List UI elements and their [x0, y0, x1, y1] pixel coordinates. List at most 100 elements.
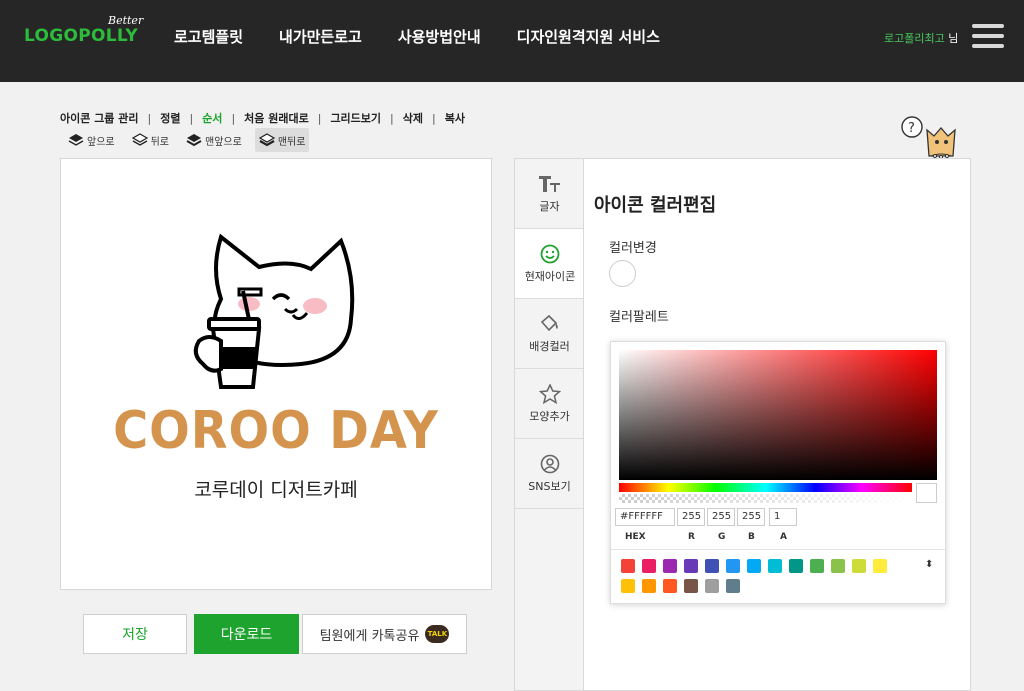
- help-mascot[interactable]: ?: [901, 116, 973, 164]
- palette-swatch[interactable]: [642, 559, 656, 573]
- tab-add-shape[interactable]: 모양추가: [515, 369, 584, 439]
- nav-item-remote-design[interactable]: 디자인원격지원 서비스: [517, 26, 660, 47]
- palette-swatch[interactable]: [873, 559, 887, 573]
- palette-swatch[interactable]: [663, 579, 677, 593]
- palette-toggle-icon[interactable]: ⬍: [925, 559, 933, 570]
- save-button[interactable]: 저장: [83, 614, 187, 654]
- color-change-label: 컬러변경: [609, 241, 657, 256]
- green-input[interactable]: 255: [707, 508, 735, 526]
- nav-item-guide[interactable]: 사용방법안내: [398, 26, 481, 47]
- bring-forward-button[interactable]: 앞으로: [64, 128, 119, 152]
- palette-swatch[interactable]: [726, 579, 740, 593]
- logo-subtitle-text[interactable]: 코루데이 디저트카페: [61, 475, 491, 502]
- edit-toolbar: 아이콘 그룹 관리 | 정렬 | 순서 | 처음 원래대로 | 그리드보기 | 삭제 | 복…: [60, 110, 465, 126]
- palette-swatch[interactable]: [684, 559, 698, 573]
- layer-front-icon: [186, 134, 202, 147]
- tool-align[interactable]: 정렬: [160, 110, 180, 126]
- tab-current-icon-label: 현재아이콘: [524, 269, 576, 283]
- tab-background-color-label: 배경컬러: [529, 339, 570, 353]
- bring-to-front-button[interactable]: 맨앞으로: [182, 128, 246, 152]
- palette-swatch[interactable]: [810, 559, 824, 573]
- hue-slider[interactable]: [619, 483, 912, 492]
- tool-grid[interactable]: 그리드보기: [330, 110, 381, 126]
- bring-forward-label: 앞으로: [87, 136, 115, 148]
- palette-swatch[interactable]: [831, 559, 845, 573]
- hex-input[interactable]: #FFFFFF: [615, 508, 675, 526]
- panel-title: 아이콘 컬러편집: [594, 195, 717, 216]
- saturation-value-area[interactable]: [619, 350, 937, 480]
- nav-item-templates[interactable]: 로고템플릿: [174, 26, 243, 47]
- smiley-icon: [540, 244, 560, 263]
- palette-swatch[interactable]: [621, 559, 635, 573]
- logo-brand-text: LOGOPOLLY: [24, 26, 139, 46]
- layer-forward-icon: [68, 134, 84, 146]
- kakao-talk-icon: TALK: [425, 625, 450, 643]
- palette-swatch[interactable]: [642, 579, 656, 593]
- palette-swatch[interactable]: [684, 579, 698, 593]
- bring-to-front-label: 맨앞으로: [205, 136, 242, 148]
- hamburger-menu-icon[interactable]: [972, 24, 1006, 50]
- tab-add-shape-label: 모양추가: [529, 409, 570, 423]
- palette-swatch[interactable]: [747, 559, 761, 573]
- color-preview: [916, 483, 937, 503]
- layer-back-icon: [258, 133, 275, 147]
- color-picker: #FFFFFF 255 255 255 1 HEX R G B A ⬍: [610, 341, 946, 604]
- tab-background-color[interactable]: 배경컬러: [515, 299, 584, 369]
- user-suffix: 님: [944, 32, 959, 45]
- palette-swatch[interactable]: [852, 559, 866, 573]
- hex-label: HEX: [625, 532, 646, 542]
- at-icon: [540, 454, 559, 473]
- palette-swatch[interactable]: [789, 559, 803, 573]
- kakao-share-button[interactable]: 팀원에게 카톡공유 TALK: [302, 614, 467, 654]
- palette-swatch[interactable]: [705, 579, 719, 593]
- send-to-back-label: 맨뒤로: [277, 136, 306, 148]
- text-icon: [538, 175, 560, 192]
- editor-side-tabs: 글자 현재아이콘 배경컬러 모양추가 SNS보기: [514, 158, 585, 691]
- tab-text[interactable]: 글자: [515, 159, 584, 229]
- alpha-slider[interactable]: [619, 494, 912, 503]
- logo-canvas[interactable]: COROO DAY 코루데이 디저트카페: [60, 158, 492, 590]
- logo-title-text[interactable]: COROO DAY: [78, 401, 474, 461]
- nav-item-my-logos[interactable]: 내가만든로고: [279, 26, 362, 47]
- tool-delete[interactable]: 삭제: [403, 110, 423, 126]
- tool-copy[interactable]: 복사: [445, 110, 465, 126]
- palette-swatch[interactable]: [726, 559, 740, 573]
- user-greeting[interactable]: 로고폴리최고 님: [884, 30, 958, 46]
- red-input[interactable]: 255: [677, 508, 705, 526]
- alpha-label: A: [780, 532, 787, 542]
- tab-sns[interactable]: SNS보기: [515, 439, 584, 509]
- paint-bucket-icon: [540, 314, 558, 331]
- swatch-palette: [621, 559, 906, 593]
- kakao-share-label: 팀원에게 카톡공유: [319, 628, 420, 644]
- order-toolbar: 앞으로 뒤로 맨앞으로 맨뒤로: [64, 128, 318, 152]
- star-icon: [538, 383, 561, 404]
- send-backward-label: 뒤로: [150, 136, 170, 148]
- blue-label: B: [748, 532, 755, 542]
- red-label: R: [688, 532, 695, 542]
- tool-reset[interactable]: 처음 원래대로: [244, 110, 309, 126]
- main-nav: 로고템플릿 내가만든로고 사용방법안내 디자인원격지원 서비스: [174, 26, 660, 47]
- user-name: 로고폴리최고: [884, 32, 945, 45]
- current-color-swatch[interactable]: [609, 260, 636, 287]
- layer-backward-icon: [131, 133, 148, 146]
- tab-sns-label: SNS보기: [528, 479, 571, 493]
- send-backward-button[interactable]: 뒤로: [128, 128, 173, 152]
- download-button[interactable]: 다운로드: [194, 614, 299, 654]
- palette-swatch[interactable]: [705, 559, 719, 573]
- help-question-icon: ?: [908, 121, 915, 136]
- color-palette-label: 컬러팔레트: [609, 310, 669, 325]
- palette-swatch[interactable]: [768, 559, 782, 573]
- blue-input[interactable]: 255: [737, 508, 765, 526]
- top-header: Better LOGOPOLLY 로고템플릿 내가만든로고 사용방법안내 디자인…: [0, 0, 1024, 82]
- green-label: G: [718, 532, 726, 542]
- tab-current-icon[interactable]: 현재아이콘: [515, 229, 585, 299]
- palette-swatch[interactable]: [621, 579, 635, 593]
- site-logo[interactable]: Better LOGOPOLLY: [24, 14, 144, 54]
- tool-icon-group[interactable]: 아이콘 그룹 관리: [60, 110, 139, 126]
- icon-color-panel: 아이콘 컬러편집 컬러변경 컬러팔레트 #FFFFFF 255 255 255 …: [583, 158, 971, 691]
- tool-order[interactable]: 순서: [202, 110, 222, 126]
- alpha-input[interactable]: 1: [769, 508, 797, 526]
- cat-drinking-icon[interactable]: [181, 229, 371, 394]
- palette-swatch[interactable]: [663, 559, 677, 573]
- send-to-back-button[interactable]: 맨뒤로: [254, 128, 310, 152]
